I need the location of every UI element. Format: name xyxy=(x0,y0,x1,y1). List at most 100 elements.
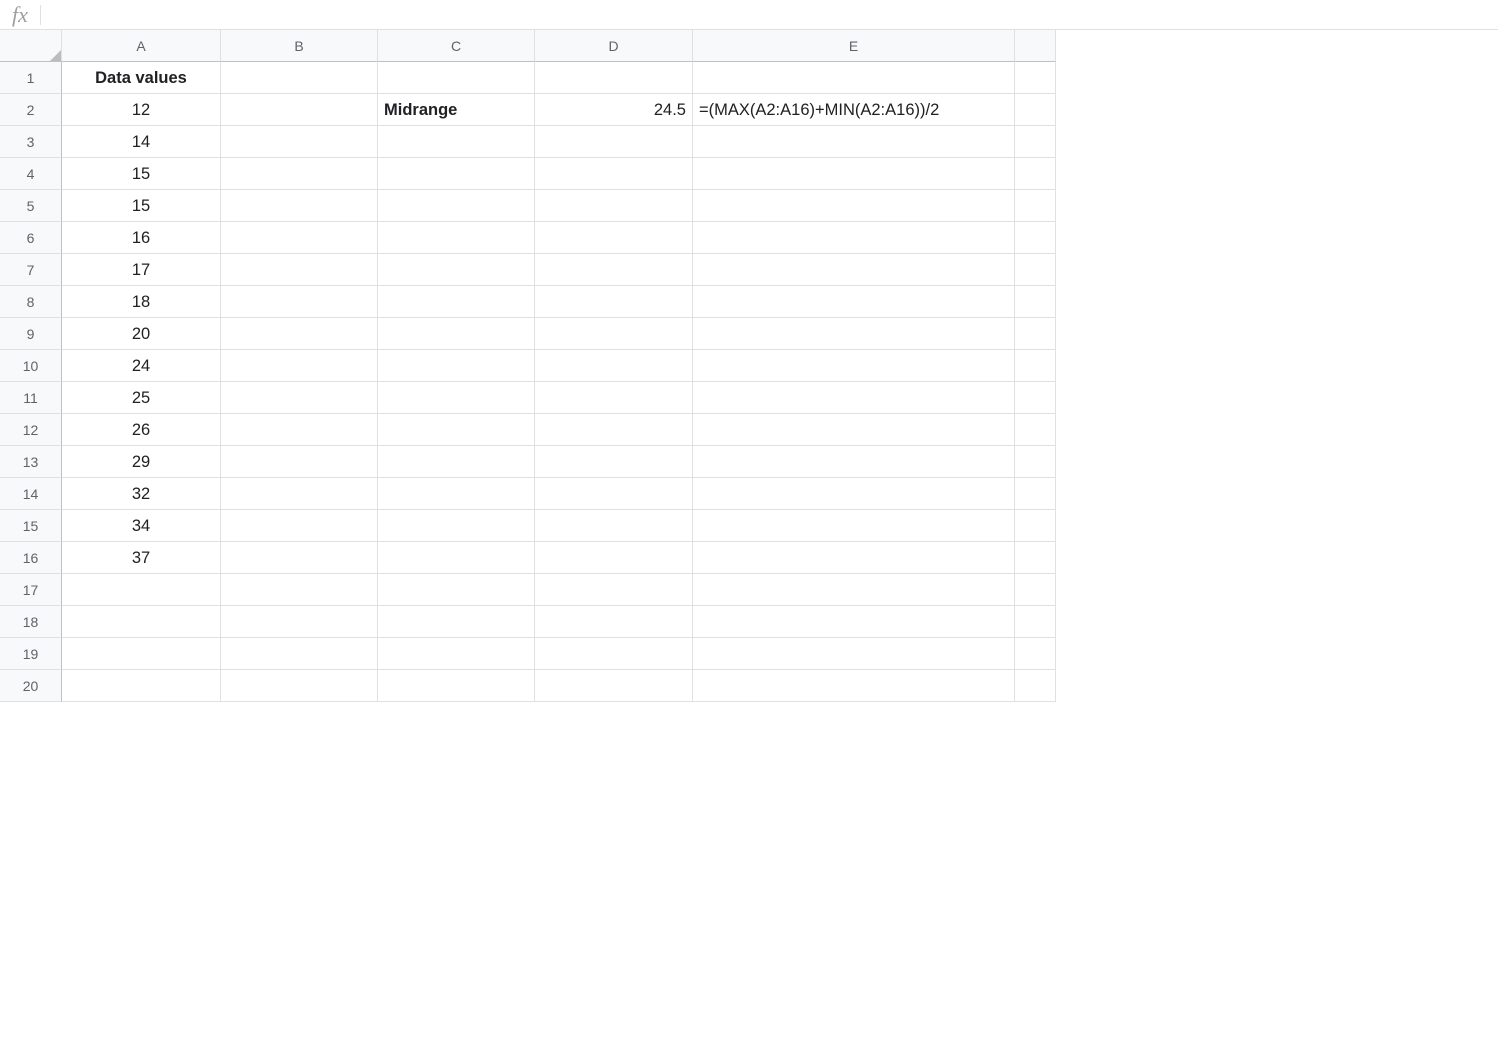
cell-A4[interactable]: 15 xyxy=(62,158,221,190)
cell-B12[interactable] xyxy=(221,414,378,446)
cell-C5[interactable] xyxy=(378,190,535,222)
row-header-12[interactable]: 12 xyxy=(0,414,62,446)
cell-F2[interactable] xyxy=(1015,94,1056,126)
cell-E5[interactable] xyxy=(693,190,1015,222)
cell-B7[interactable] xyxy=(221,254,378,286)
row-header-17[interactable]: 17 xyxy=(0,574,62,606)
cell-B17[interactable] xyxy=(221,574,378,606)
cell-E17[interactable] xyxy=(693,574,1015,606)
cell-D11[interactable] xyxy=(535,382,693,414)
row-header-11[interactable]: 11 xyxy=(0,382,62,414)
cell-F11[interactable] xyxy=(1015,382,1056,414)
row-header-18[interactable]: 18 xyxy=(0,606,62,638)
column-header-B[interactable]: B xyxy=(221,30,378,62)
cell-A10[interactable]: 24 xyxy=(62,350,221,382)
cell-A17[interactable] xyxy=(62,574,221,606)
cell-B6[interactable] xyxy=(221,222,378,254)
row-header-13[interactable]: 13 xyxy=(0,446,62,478)
cell-E15[interactable] xyxy=(693,510,1015,542)
cell-E11[interactable] xyxy=(693,382,1015,414)
cell-D2[interactable]: 24.5 xyxy=(535,94,693,126)
row-header-4[interactable]: 4 xyxy=(0,158,62,190)
row-header-2[interactable]: 2 xyxy=(0,94,62,126)
cell-F9[interactable] xyxy=(1015,318,1056,350)
column-header-E[interactable]: E xyxy=(693,30,1015,62)
row-header-5[interactable]: 5 xyxy=(0,190,62,222)
cell-C13[interactable] xyxy=(378,446,535,478)
cell-B8[interactable] xyxy=(221,286,378,318)
cell-E16[interactable] xyxy=(693,542,1015,574)
cell-B11[interactable] xyxy=(221,382,378,414)
cell-E1[interactable] xyxy=(693,62,1015,94)
cell-C14[interactable] xyxy=(378,478,535,510)
cell-F18[interactable] xyxy=(1015,606,1056,638)
cell-A15[interactable]: 34 xyxy=(62,510,221,542)
cell-A5[interactable]: 15 xyxy=(62,190,221,222)
cell-A12[interactable]: 26 xyxy=(62,414,221,446)
cell-A19[interactable] xyxy=(62,638,221,670)
cell-E12[interactable] xyxy=(693,414,1015,446)
formula-input[interactable] xyxy=(49,0,1490,29)
cell-C9[interactable] xyxy=(378,318,535,350)
cell-D19[interactable] xyxy=(535,638,693,670)
cell-E3[interactable] xyxy=(693,126,1015,158)
cell-F6[interactable] xyxy=(1015,222,1056,254)
column-header-D[interactable]: D xyxy=(535,30,693,62)
cell-C2[interactable]: Midrange xyxy=(378,94,535,126)
row-header-7[interactable]: 7 xyxy=(0,254,62,286)
cell-D15[interactable] xyxy=(535,510,693,542)
cell-D12[interactable] xyxy=(535,414,693,446)
row-header-10[interactable]: 10 xyxy=(0,350,62,382)
cell-F7[interactable] xyxy=(1015,254,1056,286)
cell-C12[interactable] xyxy=(378,414,535,446)
cell-A1[interactable]: Data values xyxy=(62,62,221,94)
cell-D14[interactable] xyxy=(535,478,693,510)
cell-B1[interactable] xyxy=(221,62,378,94)
cell-A11[interactable]: 25 xyxy=(62,382,221,414)
cell-E20[interactable] xyxy=(693,670,1015,702)
cell-A3[interactable]: 14 xyxy=(62,126,221,158)
cell-A9[interactable]: 20 xyxy=(62,318,221,350)
cell-E14[interactable] xyxy=(693,478,1015,510)
cell-C19[interactable] xyxy=(378,638,535,670)
cell-D20[interactable] xyxy=(535,670,693,702)
column-header-C[interactable]: C xyxy=(378,30,535,62)
cell-F15[interactable] xyxy=(1015,510,1056,542)
cell-C18[interactable] xyxy=(378,606,535,638)
cell-D5[interactable] xyxy=(535,190,693,222)
cell-E7[interactable] xyxy=(693,254,1015,286)
cell-E6[interactable] xyxy=(693,222,1015,254)
column-header-extra[interactable] xyxy=(1015,30,1056,62)
cell-A2[interactable]: 12 xyxy=(62,94,221,126)
select-all-corner[interactable] xyxy=(0,30,62,62)
cell-D13[interactable] xyxy=(535,446,693,478)
cell-C3[interactable] xyxy=(378,126,535,158)
cell-E9[interactable] xyxy=(693,318,1015,350)
cell-F5[interactable] xyxy=(1015,190,1056,222)
cell-D4[interactable] xyxy=(535,158,693,190)
cell-A8[interactable]: 18 xyxy=(62,286,221,318)
cell-D7[interactable] xyxy=(535,254,693,286)
cell-B14[interactable] xyxy=(221,478,378,510)
cell-A18[interactable] xyxy=(62,606,221,638)
cell-E2[interactable]: =(MAX(A2:A16)+MIN(A2:A16))/2 xyxy=(693,94,1015,126)
cell-C1[interactable] xyxy=(378,62,535,94)
cell-A13[interactable]: 29 xyxy=(62,446,221,478)
cell-E4[interactable] xyxy=(693,158,1015,190)
cell-F20[interactable] xyxy=(1015,670,1056,702)
cell-B13[interactable] xyxy=(221,446,378,478)
cell-B4[interactable] xyxy=(221,158,378,190)
cell-F16[interactable] xyxy=(1015,542,1056,574)
cell-D18[interactable] xyxy=(535,606,693,638)
cell-C20[interactable] xyxy=(378,670,535,702)
row-header-15[interactable]: 15 xyxy=(0,510,62,542)
cell-D16[interactable] xyxy=(535,542,693,574)
cell-C4[interactable] xyxy=(378,158,535,190)
cell-D8[interactable] xyxy=(535,286,693,318)
cell-F4[interactable] xyxy=(1015,158,1056,190)
cell-E13[interactable] xyxy=(693,446,1015,478)
cell-F3[interactable] xyxy=(1015,126,1056,158)
cell-B20[interactable] xyxy=(221,670,378,702)
cell-A20[interactable] xyxy=(62,670,221,702)
cell-D1[interactable] xyxy=(535,62,693,94)
